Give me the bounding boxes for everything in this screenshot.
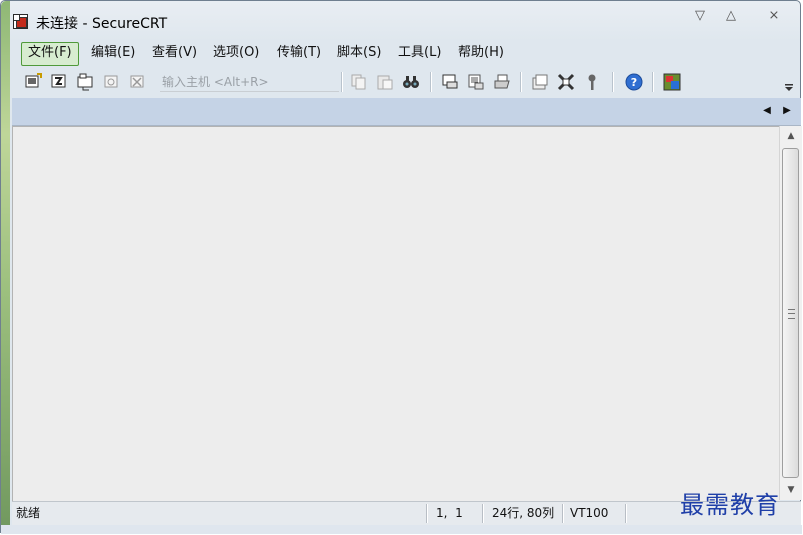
desktop-wallpaper-edge [1,1,10,534]
global-options-icon[interactable] [556,72,576,92]
host-input[interactable] [160,72,339,92]
status-divider [426,504,428,523]
sftp-icon[interactable] [662,72,682,92]
menu-transfer[interactable]: 传输(T) [271,42,327,64]
toolbar-separator [341,72,343,92]
window-title: 未连接 - SecureCRT [36,16,168,32]
minimize-icon[interactable]: ▽ [687,7,713,25]
title-bar[interactable]: 未连接 - SecureCRT ▽ △ ⨯ [1,1,802,39]
securecrt-app-icon[interactable] [13,14,28,29]
paste-icon[interactable] [375,72,395,92]
status-divider [482,504,484,523]
connect-in-tab-icon[interactable] [76,72,96,92]
tab-scroll-left-icon[interactable]: ◀ [760,103,774,119]
scrollbar-grip-icon [788,309,795,319]
watermark-text: 最需教育 [680,491,780,519]
scroll-up-icon[interactable]: ▲ [780,128,802,144]
session-tab-bar: ◀ ▶ [12,98,801,126]
toolbar-separator [520,72,522,92]
menu-help[interactable]: 帮助(H) [452,42,510,64]
status-divider [625,504,627,523]
tab-scroll-right-icon[interactable]: ▶ [780,103,794,119]
menu-script[interactable]: 脚本(S) [331,42,387,64]
emulation-type: VT100 [570,506,609,520]
scrollbar-thumb[interactable] [782,148,799,478]
reconnect-icon[interactable] [102,72,122,92]
menu-view[interactable]: 查看(V) [146,42,203,64]
toolbar-separator [652,72,654,92]
status-text: 就绪 [16,506,41,520]
menu-options[interactable]: 选项(O) [207,42,265,64]
print-selection-icon[interactable] [466,72,486,92]
connect-icon[interactable] [24,72,44,92]
keymap-icon[interactable] [582,72,602,92]
menu-edit[interactable]: 编辑(E) [85,42,141,64]
status-divider [562,504,564,523]
toolbar-separator [430,72,432,92]
session-options-icon[interactable] [530,72,550,92]
print-screen-icon[interactable] [440,72,460,92]
window-bottom-border [1,525,802,534]
print-icon[interactable] [492,72,512,92]
disconnect-icon[interactable] [128,72,148,92]
copy-icon[interactable] [349,72,369,92]
toolbar-overflow-icon[interactable] [782,78,796,98]
toolbar: ? [12,67,801,97]
vertical-scrollbar[interactable]: ▲ ▼ [779,126,802,500]
menu-tools[interactable]: 工具(L) [392,42,447,64]
find-icon[interactable] [401,72,421,92]
menu-file[interactable]: 文件(F) [21,42,79,66]
svg-text:?: ? [631,76,637,89]
close-icon[interactable]: ⨯ [761,7,787,25]
securecrt-window: 未连接 - SecureCRT ▽ △ ⨯ 文件(F) 编辑(E) 查看(V) … [0,0,802,534]
terminal-area[interactable] [12,126,780,501]
cursor-position: 1, 1 [436,506,463,520]
terminal-size: 24行, 80列 [492,506,555,520]
maximize-icon[interactable]: △ [718,7,744,25]
menu-bar: 文件(F) 编辑(E) 查看(V) 选项(O) 传输(T) 脚本(S) 工具(L… [12,39,801,67]
toolbar-separator [612,72,614,92]
help-icon[interactable]: ? [624,72,644,92]
scroll-down-icon[interactable]: ▼ [780,482,802,498]
quick-connect-icon[interactable] [50,72,70,92]
